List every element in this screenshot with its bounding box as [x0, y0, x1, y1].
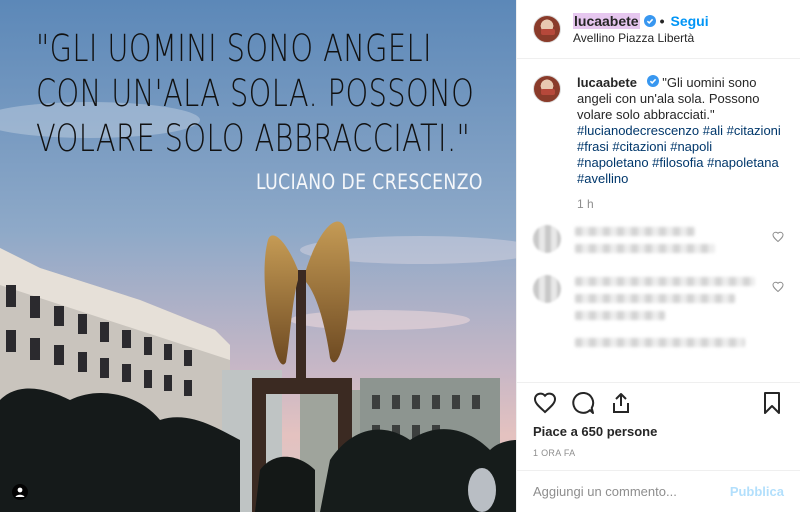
instagram-post: "GLI UOMINI SONO ANGELI CON UN'ALA SOLA.… [0, 0, 800, 512]
comment-input[interactable] [533, 484, 730, 499]
caption-hashtags[interactable]: #lucianodecrescenzo #ali #citazioni #fra… [577, 123, 781, 186]
blurred-text [575, 338, 745, 347]
blurred-text [575, 227, 715, 253]
blurred-comment [533, 336, 784, 347]
follow-button[interactable]: Segui [671, 13, 709, 29]
username-link[interactable]: lucaabete [573, 13, 640, 29]
caption: lucaabete "Gli uomini sono angeli con un… [533, 75, 784, 187]
quote-line: "GLI UOMINI SONO ANGELI [36, 27, 432, 70]
heart-icon[interactable] [772, 231, 784, 243]
blurred-comment [533, 225, 784, 253]
share-icon[interactable] [609, 391, 633, 415]
avatar[interactable] [533, 15, 561, 43]
quote-text: "GLI UOMINI SONO ANGELI CON UN'ALA SOLA.… [36, 26, 475, 161]
avatar[interactable] [533, 275, 561, 303]
post-timestamp[interactable]: 1 ORA FA [517, 442, 800, 466]
post-header: lucaabete • Segui Avellino Piazza Libert… [517, 0, 800, 59]
comments-section: lucaabete "Gli uomini sono angeli con un… [517, 59, 800, 382]
location-link[interactable]: Avellino Piazza Libertà [573, 31, 709, 45]
post-panel: lucaabete • Segui Avellino Piazza Libert… [516, 0, 800, 512]
quote-line: CON UN'ALA SOLA. POSSONO [36, 72, 475, 115]
blurred-text [575, 277, 755, 320]
caption-time: 1 h [577, 197, 594, 211]
caption-username[interactable]: lucaabete [577, 75, 637, 90]
separator-dot: • [659, 13, 665, 29]
header-row: lucaabete • Segui [573, 13, 709, 29]
quote-line: VOLARE SOLO ABBRACCIATI." [36, 117, 471, 160]
post-photo[interactable]: "GLI UOMINI SONO ANGELI CON UN'ALA SOLA.… [0, 0, 516, 512]
verified-badge-icon [643, 15, 656, 27]
heart-icon[interactable] [772, 281, 784, 293]
likes-count[interactable]: Piace a 650 persone [517, 422, 800, 442]
heart-icon[interactable] [533, 391, 557, 415]
blurred-comment [533, 275, 784, 320]
action-bar [517, 382, 800, 422]
publish-button[interactable]: Pubblica [730, 484, 784, 499]
add-comment-bar: Pubblica [517, 470, 800, 512]
user-tag-icon[interactable] [12, 484, 28, 500]
comment-icon[interactable] [571, 391, 595, 415]
avatar[interactable] [533, 75, 561, 103]
bookmark-icon[interactable] [760, 391, 784, 415]
header-text: lucaabete • Segui Avellino Piazza Libert… [573, 13, 709, 45]
quote-author: LUCIANO DE CRESCENZO [256, 170, 483, 194]
avatar[interactable] [533, 225, 561, 253]
caption-text: lucaabete "Gli uomini sono angeli con un… [577, 75, 784, 187]
verified-badge-icon [646, 75, 659, 87]
